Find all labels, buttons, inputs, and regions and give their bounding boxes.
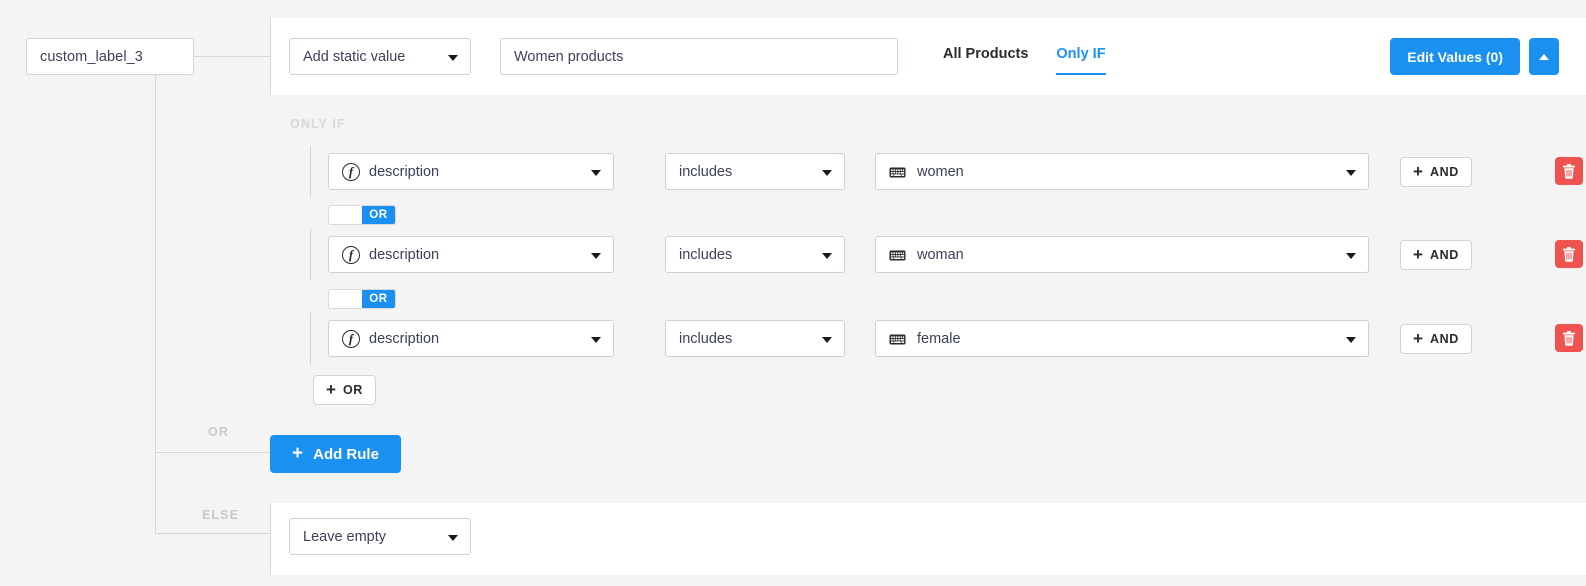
condition-value-select-3[interactable]: female <box>875 320 1369 357</box>
only-if-body-panel: ONLY IF f description includes women + A… <box>270 95 1586 503</box>
condition-operator-label-2: includes <box>679 247 732 263</box>
add-or-condition-button[interactable]: + OR <box>313 375 376 405</box>
add-and-button-label-3: AND <box>1430 332 1459 346</box>
delete-condition-button-2[interactable] <box>1555 240 1583 268</box>
or-toggle-on-half-2: OR <box>362 290 395 308</box>
trash-icon <box>1562 247 1576 262</box>
or-toggle-on-half-1: OR <box>362 206 395 224</box>
add-and-button-2[interactable]: + AND <box>1400 240 1472 270</box>
value-type-select[interactable]: Add static value <box>289 38 471 75</box>
or-toggle-2[interactable]: OR <box>328 289 396 309</box>
condition-value-label-1: women <box>917 164 964 180</box>
function-icon: f <box>342 163 360 181</box>
or-toggle-1[interactable]: OR <box>328 205 396 225</box>
chevron-down-icon <box>822 253 832 259</box>
else-value-select[interactable]: Leave empty <box>289 518 471 555</box>
chevron-up-icon <box>1539 54 1549 60</box>
tree-connector-vertical <box>155 75 156 533</box>
condition-value-label-3: female <box>917 331 961 347</box>
condition-field-label-1: description <box>369 164 439 180</box>
condition-operator-select-1[interactable]: includes <box>665 153 845 190</box>
or-toggle-off-half-1 <box>329 206 362 224</box>
else-panel: Leave empty <box>270 503 1586 575</box>
add-and-button-1[interactable]: + AND <box>1400 157 1472 187</box>
only-if-group-label: ONLY IF <box>290 117 346 131</box>
chevron-down-icon <box>448 55 458 61</box>
chevron-down-icon <box>822 170 832 176</box>
chevron-down-icon <box>448 535 458 541</box>
condition-operator-label-3: includes <box>679 331 732 347</box>
tab-only-if[interactable]: Only IF <box>1056 46 1105 75</box>
add-or-condition-button-label: OR <box>343 383 363 397</box>
branch-label-else: ELSE <box>202 508 239 522</box>
plus-icon: + <box>292 444 303 463</box>
condition-field-select-3[interactable]: f description <box>328 320 614 357</box>
tree-branch-else <box>155 533 271 534</box>
table-row: f description includes woman + AND <box>310 236 1586 273</box>
condition-value-select-2[interactable]: woman <box>875 236 1369 273</box>
add-and-button-label-1: AND <box>1430 165 1459 179</box>
condition-value-label-2: woman <box>917 247 964 263</box>
keyboard-icon <box>889 333 906 344</box>
condition-operator-select-2[interactable]: includes <box>665 236 845 273</box>
plus-icon: + <box>1413 330 1423 347</box>
condition-accent-bar <box>310 229 311 280</box>
add-and-button-3[interactable]: + AND <box>1400 324 1472 354</box>
branch-label-or: OR <box>208 425 229 439</box>
or-toggle-off-half-2 <box>329 290 362 308</box>
trash-icon <box>1562 164 1576 179</box>
rule-tree-connectors: custom_label_3 OR ELSE <box>0 0 270 586</box>
custom-label-text: custom_label_3 <box>40 49 143 65</box>
delete-condition-button-3[interactable] <box>1555 324 1583 352</box>
condition-field-label-3: description <box>369 331 439 347</box>
add-rule-button-label: Add Rule <box>313 446 379 463</box>
tab-all-products[interactable]: All Products <box>943 46 1028 73</box>
condition-accent-bar <box>310 146 311 197</box>
condition-operator-label-1: includes <box>679 164 732 180</box>
edit-values-button[interactable]: Edit Values (0) <box>1390 38 1520 75</box>
keyboard-icon <box>889 166 906 177</box>
value-type-select-label: Add static value <box>303 49 405 65</box>
rule-tabs: All Products Only IF <box>943 46 1106 75</box>
keyboard-icon <box>889 249 906 260</box>
add-and-button-label-2: AND <box>1430 248 1459 262</box>
function-icon: f <box>342 330 360 348</box>
else-value-select-label: Leave empty <box>303 529 386 545</box>
chevron-down-icon <box>591 253 601 259</box>
chevron-down-icon <box>1346 337 1356 343</box>
condition-operator-select-3[interactable]: includes <box>665 320 845 357</box>
tree-branch-or <box>155 452 271 453</box>
rule-name-input[interactable] <box>500 38 898 75</box>
condition-value-select-1[interactable]: women <box>875 153 1369 190</box>
plus-icon: + <box>1413 163 1423 180</box>
condition-field-select-1[interactable]: f description <box>328 153 614 190</box>
trash-icon <box>1562 331 1576 346</box>
condition-field-select-2[interactable]: f description <box>328 236 614 273</box>
tree-connector-horizontal <box>194 56 271 57</box>
rule-header-panel: Add static value All Products Only IF Ed… <box>270 18 1586 95</box>
plus-icon: + <box>326 381 336 398</box>
chevron-down-icon <box>591 170 601 176</box>
condition-accent-bar <box>310 313 311 364</box>
chevron-down-icon <box>591 337 601 343</box>
function-icon: f <box>342 246 360 264</box>
table-row: f description includes female + AND <box>310 320 1586 357</box>
chevron-down-icon <box>1346 170 1356 176</box>
add-rule-button[interactable]: + Add Rule <box>270 435 401 473</box>
condition-field-label-2: description <box>369 247 439 263</box>
table-row: f description includes women + AND <box>310 153 1586 190</box>
collapse-panel-button[interactable] <box>1529 38 1559 75</box>
chevron-down-icon <box>822 337 832 343</box>
plus-icon: + <box>1413 246 1423 263</box>
custom-label-field[interactable]: custom_label_3 <box>26 38 194 75</box>
chevron-down-icon <box>1346 253 1356 259</box>
delete-condition-button-1[interactable] <box>1555 157 1583 185</box>
